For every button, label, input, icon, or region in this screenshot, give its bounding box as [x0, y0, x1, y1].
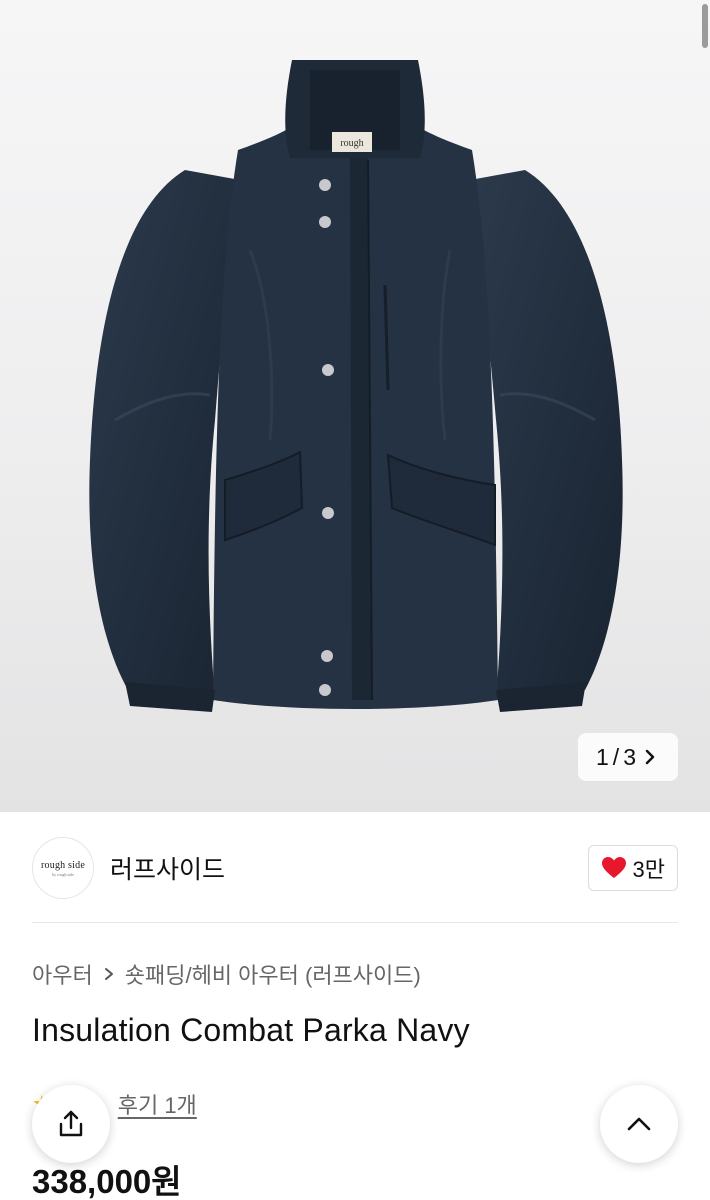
pager-current: 1: [596, 743, 609, 770]
brand-tag-text: rough: [340, 138, 363, 149]
brand-logo-text: rough side: [41, 859, 85, 871]
heart-icon: [601, 857, 626, 878]
breadcrumb-subcategory[interactable]: 숏패딩/헤비 아우터 (러프사이드): [125, 958, 421, 990]
scroll-top-button[interactable]: [600, 1085, 678, 1163]
divider: [32, 922, 678, 923]
product-image-gallery[interactable]: rough 1 / 3: [0, 0, 710, 812]
like-count: 3만: [632, 857, 665, 882]
review-link[interactable]: 후기 1개: [118, 1088, 197, 1120]
product-price: 338,000원: [32, 1163, 182, 1200]
gallery-pager[interactable]: 1 / 3: [578, 733, 678, 781]
share-icon: [59, 1110, 83, 1137]
share-button[interactable]: [32, 1085, 110, 1163]
product-photo: rough: [89, 60, 623, 712]
like-button[interactable]: 3만: [587, 845, 678, 891]
brand-name[interactable]: 러프사이드: [110, 850, 225, 886]
brand-logo-subtext: by rough side: [52, 871, 74, 877]
pager-total: 3: [623, 743, 636, 770]
product-title: Insulation Combat Parka Navy: [32, 1012, 470, 1048]
pager-separator: /: [612, 743, 620, 770]
chevron-right-icon[interactable]: [640, 747, 660, 767]
scrollbar-thumb[interactable]: [702, 4, 708, 48]
brand-row: rough side by rough side 러프사이드 3만: [32, 836, 678, 900]
chevron-right-icon: [104, 968, 113, 980]
brand-logo[interactable]: rough side by rough side: [32, 837, 94, 899]
chevron-up-icon: [627, 1117, 651, 1131]
breadcrumb-category[interactable]: 아우터: [32, 958, 93, 990]
breadcrumb: 아우터 숏패딩/헤비 아우터 (러프사이드): [32, 958, 421, 990]
